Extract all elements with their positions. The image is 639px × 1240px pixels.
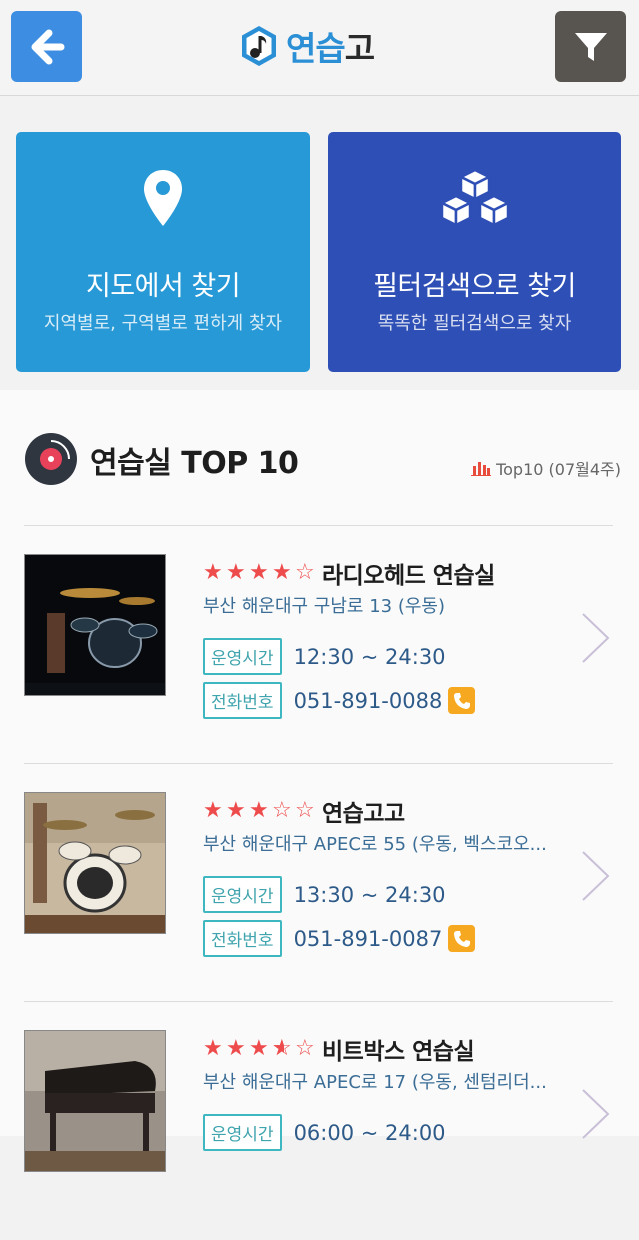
studio-thumbnail <box>24 554 166 696</box>
rating-stars: ★ ★ ★ ☆ ☆ 연습고고 <box>203 794 405 828</box>
map-tile-title: 지도에서 찾기 <box>85 271 241 302</box>
star-empty-icon: ☆ <box>295 798 315 823</box>
star-half-icon: ☆ ★ <box>272 1036 292 1061</box>
chevron-right-icon[interactable] <box>580 1087 612 1141</box>
phone-call-icon[interactable] <box>448 687 476 714</box>
star-filled-icon: ★ <box>249 1036 269 1061</box>
studio-address: 부산 해운대구 구남로 13 (우동) <box>203 596 445 617</box>
phone-tag: 전화번호 <box>203 920 282 957</box>
hours-tag: 운영시간 <box>203 876 282 913</box>
phone-value[interactable]: 051-891-0087 <box>294 927 443 951</box>
map-search-tile[interactable]: 지도에서 찾기 지역별로, 구역별로 편하게 찾자 <box>16 132 310 372</box>
star-filled-icon: ★ <box>249 560 269 585</box>
ranking-period[interactable]: Top10 (07월4주) <box>471 456 621 480</box>
rating-stars: ★ ★ ★ ★ ☆ 라디오헤드 연습실 <box>203 556 495 590</box>
hours-value: 06:00 ~ 24:00 <box>293 1120 446 1145</box>
star-empty-icon: ☆ <box>272 798 292 823</box>
map-pin-icon <box>144 170 182 226</box>
logo-text-part2: 고 <box>344 29 375 68</box>
chevron-right-icon[interactable] <box>580 611 612 665</box>
filter-search-tile[interactable]: 필터검색으로 찾기 똑똑한 필터검색으로 찾자 <box>328 132 621 372</box>
bar-chart-icon <box>471 462 492 476</box>
star-filled-icon: ★ <box>272 560 292 585</box>
boxes-icon <box>440 168 509 227</box>
back-button[interactable] <box>11 11 82 82</box>
phone-call-icon[interactable] <box>448 925 476 952</box>
star-filled-icon: ★ <box>226 798 246 823</box>
hours-value: 12:30 ~ 24:30 <box>293 644 446 669</box>
hours-value: 13:30 ~ 24:30 <box>293 882 446 907</box>
phone-value[interactable]: 051-891-0088 <box>294 689 443 713</box>
star-filled-icon: ★ <box>226 560 246 585</box>
top10-section: 연습실 TOP 10 Top10 (07월4주) ★ ★ ★ ★ ☆ 라디오헤드… <box>0 390 639 1172</box>
star-filled-icon: ★ <box>203 1036 223 1061</box>
studio-thumbnail <box>24 792 166 934</box>
logo-text-part1: 연습 <box>286 29 346 68</box>
studio-thumbnail <box>24 1030 166 1172</box>
list-item[interactable]: ★ ★ ★ ☆ ☆ 연습고고 부산 해운대구 APEC로 55 (우동, 벡스코… <box>0 764 639 1002</box>
rating-stars: ★ ★ ★ ☆ ★ ☆ 비트박스 연습실 <box>203 1032 475 1066</box>
filter-tile-title: 필터검색으로 찾기 <box>373 271 576 302</box>
chevron-right-icon[interactable] <box>580 849 612 903</box>
ranking-period-label: Top10 (07월4주) <box>496 460 621 479</box>
vinyl-record-icon <box>25 433 77 485</box>
list-item[interactable]: ★ ★ ★ ☆ ★ ☆ 비트박스 연습실 부산 해운대구 APEC로 17 (우동… <box>0 1002 639 1240</box>
star-filled-icon: ★ <box>203 798 223 823</box>
studio-address: 부산 해운대구 APEC로 17 (우동, 센텀리더... <box>203 1072 547 1093</box>
phone-tag: 전화번호 <box>203 682 282 719</box>
studio-address: 부산 해운대구 APEC로 55 (우동, 벡스코오... <box>203 834 547 855</box>
filter-button[interactable] <box>555 11 626 82</box>
list-item[interactable]: ★ ★ ★ ★ ☆ 라디오헤드 연습실 부산 해운대구 구남로 13 (우동) … <box>0 526 639 764</box>
studio-name: 비트박스 연습실 <box>322 1039 475 1065</box>
filter-icon <box>574 32 607 61</box>
filter-tile-subtitle: 똑똑한 필터검색으로 찾자 <box>377 313 572 334</box>
star-filled-icon: ★ <box>249 798 269 823</box>
app-logo: 연습고 <box>240 20 375 72</box>
star-empty-icon: ☆ <box>295 1036 315 1061</box>
star-empty-icon: ☆ <box>295 560 315 585</box>
app-header: 연습고 <box>0 0 639 96</box>
map-tile-subtitle: 지역별로, 구역별로 편하게 찾자 <box>43 313 283 334</box>
star-filled-icon: ★ <box>226 1036 246 1061</box>
studio-name: 라디오헤드 연습실 <box>322 563 495 589</box>
hours-tag: 운영시간 <box>203 1114 282 1151</box>
star-filled-icon: ★ <box>203 560 223 585</box>
studio-name: 연습고고 <box>322 801 405 827</box>
section-title: 연습실 TOP 10 <box>90 446 299 481</box>
hours-tag: 운영시간 <box>203 638 282 675</box>
music-note-hexagon-icon <box>242 26 276 66</box>
arrow-left-icon <box>31 29 64 64</box>
